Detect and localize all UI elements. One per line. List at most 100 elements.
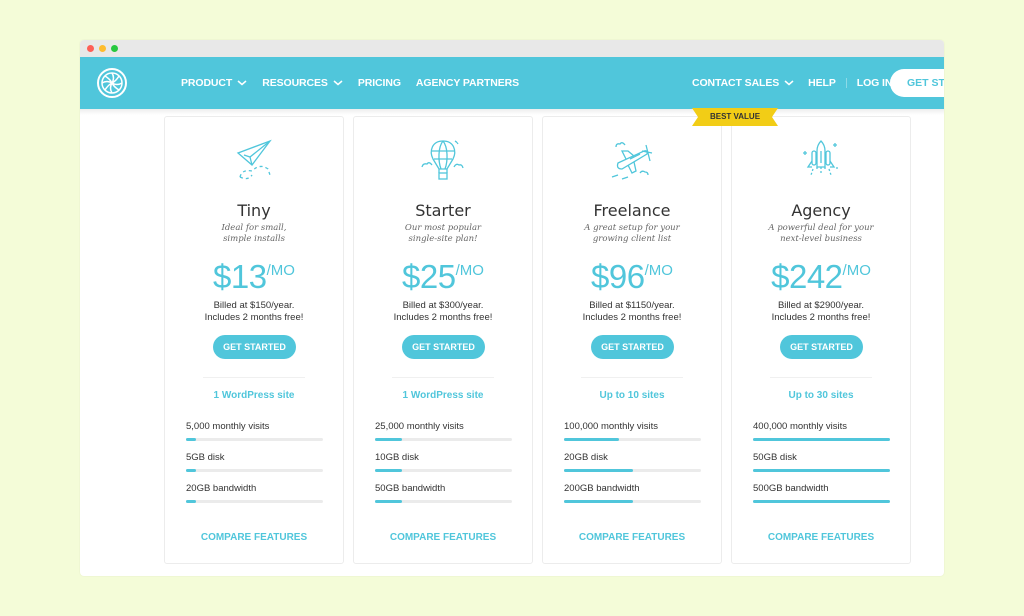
feature-label: 20GB bandwidth [186, 483, 257, 494]
nav-product-label: PRODUCT [181, 77, 233, 89]
feature-bar [186, 500, 323, 503]
feature-label: 5,000 monthly visits [186, 421, 270, 432]
airplane-icon [611, 142, 653, 180]
billed-text: Billed at $1150/year. [589, 300, 675, 311]
get-started-button[interactable]: GET STARTED [780, 335, 863, 359]
price-period: /MO [842, 262, 871, 279]
plan-name: Agency [791, 201, 851, 220]
plan-name: Freelance [593, 201, 671, 220]
feature-bar-fill [186, 500, 196, 503]
plan-description-line: A great setup for your [584, 223, 680, 233]
get-started-button[interactable]: GET STARTED [402, 335, 485, 359]
plan-description-line: Ideal for small, [221, 223, 287, 233]
aperture-logo-icon[interactable] [96, 67, 128, 99]
card-divider [770, 377, 872, 378]
billed-text: Billed at $2900/year. [777, 300, 865, 311]
nav-product[interactable]: PRODUCT [181, 77, 247, 89]
compare-features-link[interactable]: COMPARE FEATURES [732, 532, 910, 543]
feature-bar [753, 500, 890, 503]
feature-label: 500GB bandwidth [753, 483, 829, 494]
feature-bar [564, 500, 701, 503]
feature-label: 100,000 monthly visits [564, 421, 658, 432]
nav-help[interactable]: HELP [808, 77, 836, 89]
free-months-text: Includes 2 months free! [393, 312, 493, 323]
plan-description: Our most popular single-site plan! [354, 223, 532, 244]
feature-bar [186, 438, 323, 441]
plan-price: $96 /MO [543, 260, 721, 294]
plan-description-line: single-site plan! [408, 233, 478, 244]
nav-pricing[interactable]: PRICING [358, 77, 401, 89]
sites-allowance: 1 WordPress site [213, 390, 295, 401]
feature-bar-fill [564, 500, 633, 503]
billing-info: Billed at $150/year. Includes 2 months f… [165, 300, 343, 324]
feature-visits: 100,000 monthly visits [564, 421, 701, 441]
plan-name: Starter [415, 201, 471, 220]
billed-text: Billed at $300/year. [402, 300, 484, 311]
feature-label: 400,000 monthly visits [753, 421, 847, 432]
feature-bandwidth: 200GB bandwidth [564, 483, 701, 503]
plan-description-line: simple installs [223, 233, 285, 244]
space-shuttle-icon [803, 140, 838, 176]
get-started-nav-label: GET STARTED [907, 77, 944, 89]
price-period: /MO [455, 262, 484, 279]
billing-info: Billed at $2900/year. Includes 2 months … [732, 300, 910, 324]
get-started-button[interactable]: GET STARTED [213, 335, 296, 359]
plan-card-starter: Starter Our most popular single-site pla… [353, 116, 533, 564]
feature-bar [564, 438, 701, 441]
paper-plane-icon [236, 139, 272, 180]
nav-contact-sales-label: CONTACT SALES [692, 77, 780, 89]
get-started-button[interactable]: GET STARTED [591, 335, 674, 359]
compare-features-link[interactable]: COMPARE FEATURES [354, 532, 532, 543]
nav-contact-sales[interactable]: CONTACT SALES [692, 77, 794, 89]
feature-bar [375, 469, 512, 472]
plan-description: A powerful deal for your next-level busi… [732, 223, 910, 244]
plan-description: A great setup for your growing client li… [543, 223, 721, 244]
navbar-shadow [80, 109, 944, 115]
nav-log-in-label: LOG IN [856, 77, 893, 89]
feature-visits: 400,000 monthly visits [753, 421, 890, 441]
card-divider [581, 377, 683, 378]
feature-label: 50GB bandwidth [375, 483, 446, 494]
minimize-window-button[interactable] [99, 45, 106, 52]
feature-bar-fill [753, 469, 890, 472]
feature-bandwidth: 500GB bandwidth [753, 483, 890, 503]
plan-card-tiny: Tiny Ideal for small, simple installs $1… [164, 116, 344, 564]
feature-bandwidth: 50GB bandwidth [375, 483, 512, 503]
feature-visits: 25,000 monthly visits [375, 421, 512, 441]
free-months-text: Includes 2 months free! [204, 312, 304, 323]
plan-price: $13 /MO [165, 260, 343, 294]
price-period: /MO [644, 262, 673, 279]
feature-label: 10GB disk [375, 452, 419, 463]
compare-features-link[interactable]: COMPARE FEATURES [543, 532, 721, 543]
pricing-cards: Tiny Ideal for small, simple installs $1… [164, 116, 911, 564]
feature-bar-fill [375, 438, 403, 441]
close-window-button[interactable] [87, 45, 94, 52]
primary-nav: PRODUCT RESOURCES PRICING AGENCY PARTNER… [181, 57, 534, 109]
card-divider [203, 377, 305, 378]
price-amount: $25 [402, 258, 456, 295]
feature-bar-fill [375, 469, 403, 472]
feature-disk: 10GB disk [375, 452, 512, 472]
billing-info: Billed at $1150/year. Includes 2 months … [543, 300, 721, 324]
price-amount: $96 [591, 258, 645, 295]
nav-resources[interactable]: RESOURCES [262, 77, 343, 89]
nav-agency-partners-label: AGENCY PARTNERS [415, 77, 520, 89]
feature-bar-fill [375, 500, 403, 503]
site-navbar: PRODUCT RESOURCES PRICING AGENCY PARTNER… [80, 57, 944, 109]
price-amount: $13 [213, 258, 267, 295]
feature-bar [375, 438, 512, 441]
chevron-down-icon [237, 80, 247, 86]
best-value-label: BEST VALUE [709, 112, 761, 121]
compare-features-link[interactable]: COMPARE FEATURES [165, 532, 343, 543]
plan-card-agency: Agency A powerful deal for your next-lev… [731, 116, 911, 564]
feature-bar [186, 469, 323, 472]
nav-log-in[interactable]: LOG IN [857, 77, 893, 89]
chevron-down-icon [333, 80, 343, 86]
sites-allowance: Up to 30 sites [788, 390, 854, 401]
nav-resources-label: RESOURCES [262, 77, 328, 89]
feature-label: 50GB disk [753, 452, 797, 463]
feature-bar-fill [186, 469, 196, 472]
nav-agency-partners[interactable]: AGENCY PARTNERS [416, 77, 519, 89]
get-started-nav-button[interactable]: GET STARTED [890, 69, 944, 97]
maximize-window-button[interactable] [111, 45, 118, 52]
